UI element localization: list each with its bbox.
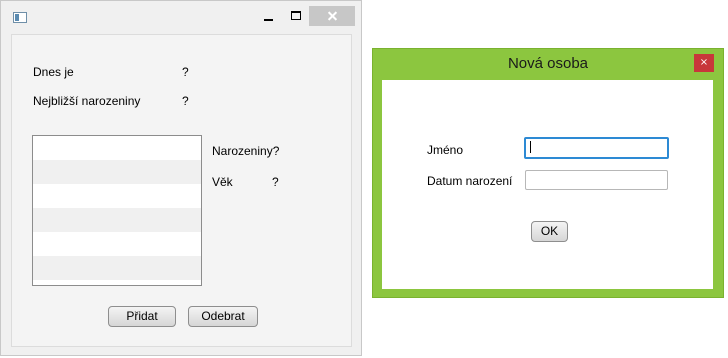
- title-bar[interactable]: [1, 1, 361, 33]
- minimize-button[interactable]: [255, 7, 281, 27]
- list-item[interactable]: [33, 160, 201, 184]
- birthdate-field[interactable]: [525, 170, 668, 190]
- today-label: Dnes je: [33, 65, 74, 79]
- remove-button[interactable]: Odebrat: [188, 306, 258, 327]
- maximize-button[interactable]: [283, 7, 309, 27]
- main-window: Dnes je ? Nejbližší narozeniny ? Narozen…: [0, 0, 362, 356]
- dialog-close-button[interactable]: ×: [694, 54, 714, 72]
- list-item[interactable]: [33, 184, 201, 208]
- app-icon: [13, 12, 27, 23]
- list-item[interactable]: [33, 232, 201, 256]
- ok-button[interactable]: OK: [531, 221, 568, 242]
- new-person-dialog: Nová osoba × Jméno Datum narození OK: [372, 48, 724, 298]
- nearest-birthday-value: ?: [182, 94, 189, 108]
- nearest-birthday-label: Nejbližší narozeniny: [33, 94, 141, 108]
- name-field[interactable]: [524, 137, 669, 159]
- list-item[interactable]: [33, 256, 201, 280]
- list-item[interactable]: [33, 136, 201, 160]
- text-caret: [530, 141, 531, 153]
- today-value: ?: [182, 65, 189, 79]
- add-button[interactable]: Přidat: [108, 306, 176, 327]
- age-label: Věk: [212, 175, 233, 189]
- birthday-label: Narozeniny?: [212, 144, 280, 158]
- age-value: ?: [272, 175, 279, 189]
- close-button[interactable]: [309, 6, 355, 26]
- person-list[interactable]: [32, 135, 202, 286]
- main-content: Dnes je ? Nejbližší narozeniny ? Narozen…: [11, 34, 352, 347]
- birthdate-label: Datum narození: [427, 174, 513, 188]
- dialog-title: Nová osoba: [507, 55, 589, 72]
- dialog-body: Jméno Datum narození OK: [382, 80, 713, 289]
- list-item[interactable]: [33, 208, 201, 232]
- name-label: Jméno: [427, 143, 464, 157]
